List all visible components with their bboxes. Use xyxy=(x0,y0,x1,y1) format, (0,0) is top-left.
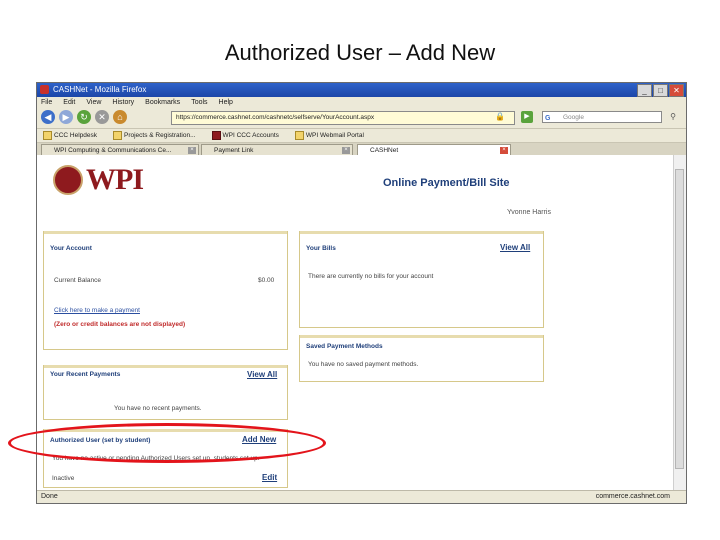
window-title: CASHNet - Mozilla Firefox xyxy=(53,85,147,94)
wpi-logo: WPI xyxy=(53,163,144,197)
vertical-scrollbar[interactable] xyxy=(673,155,686,490)
lock-icon: 🔒 xyxy=(495,112,505,121)
current-balance-label: Current Balance xyxy=(54,277,101,284)
highlight-oval xyxy=(8,423,326,463)
reload-icon[interactable]: ↻ xyxy=(77,110,91,124)
menu-bookmarks[interactable]: Bookmarks xyxy=(145,97,180,108)
navigation-toolbar: ◀ ▶ ↻ ✕ ⌂ https://commerce.cashnet.com/c… xyxy=(37,108,686,129)
close-tab-icon[interactable]: × xyxy=(188,147,196,154)
close-button[interactable]: ✕ xyxy=(669,84,684,97)
stop-icon[interactable]: ✕ xyxy=(95,110,109,124)
google-icon: G xyxy=(545,115,551,122)
url-text: https://commerce.cashnet.com/cashnetc/se… xyxy=(176,114,375,121)
search-placeholder: Google xyxy=(563,114,584,121)
edit-link[interactable]: Edit xyxy=(262,473,277,482)
recent-payments-panel: Your Recent Payments View All You have n… xyxy=(43,365,288,420)
user-name: Yvonne Harris xyxy=(507,209,551,216)
wpi-logo-text: WPI xyxy=(86,163,144,196)
menu-view[interactable]: View xyxy=(86,97,101,108)
wpi-icon xyxy=(211,131,221,140)
folder-icon xyxy=(294,131,304,140)
saved-payment-panel: Saved Payment Methods You have no saved … xyxy=(299,335,544,382)
zero-balance-note: (Zero or credit balances are not display… xyxy=(54,321,186,328)
folder-icon xyxy=(113,131,122,140)
menu-file[interactable]: File xyxy=(41,97,52,108)
wpi-seal-icon xyxy=(53,165,83,195)
recent-payments-title: Your Recent Payments xyxy=(50,371,121,378)
forward-icon[interactable]: ▶ xyxy=(59,110,73,124)
status-bar: Done commerce.cashnet.com xyxy=(37,490,686,503)
saved-payment-title: Saved Payment Methods xyxy=(306,343,383,350)
bills-message: There are currently no bills for your ac… xyxy=(308,273,434,280)
menu-tools[interactable]: Tools xyxy=(191,97,207,108)
saved-payment-message: You have no saved payment methods. xyxy=(308,361,419,368)
menu-history[interactable]: History xyxy=(112,97,134,108)
bookmark-ccc-helpdesk[interactable]: CCC Helpdesk xyxy=(43,129,97,142)
search-input[interactable]: G Google xyxy=(542,111,662,123)
status-domain: commerce.cashnet.com xyxy=(595,493,670,500)
current-balance-value: $0.00 xyxy=(258,277,275,284)
your-bills-panel: Your Bills View All There are currently … xyxy=(299,231,544,328)
recent-payments-message: You have no recent payments. xyxy=(114,405,202,412)
bills-view-all-link[interactable]: View All xyxy=(500,243,530,252)
bookmarks-toolbar: CCC Helpdesk Projects & Registration... … xyxy=(37,129,686,143)
url-bar[interactable]: https://commerce.cashnet.com/cashnetc/se… xyxy=(171,111,515,125)
bookmark-wpi-accounts[interactable]: WPI CCC Accounts xyxy=(211,129,279,142)
payments-view-all-link[interactable]: View All xyxy=(247,370,277,379)
back-icon[interactable]: ◀ xyxy=(41,110,55,124)
close-tab-icon[interactable]: × xyxy=(500,147,508,154)
close-tab-icon[interactable]: × xyxy=(342,147,350,154)
search-icon[interactable]: ⚲ xyxy=(667,111,679,123)
bookmark-projects[interactable]: Projects & Registration... xyxy=(113,129,196,142)
maximize-button[interactable]: □ xyxy=(653,84,668,97)
folder-icon xyxy=(43,131,52,140)
site-title: Online Payment/Bill Site xyxy=(383,177,510,189)
scrollbar-thumb[interactable] xyxy=(675,169,684,469)
make-payment-link[interactable]: Click here to make a payment xyxy=(54,307,140,314)
menu-help[interactable]: Help xyxy=(219,97,233,108)
app-icon xyxy=(40,85,49,94)
your-bills-title: Your Bills xyxy=(306,245,336,252)
menu-edit[interactable]: Edit xyxy=(63,97,75,108)
your-account-title: Your Account xyxy=(50,245,92,252)
bookmark-webmail[interactable]: WPI Webmail Portal xyxy=(294,129,364,142)
minimize-button[interactable]: _ xyxy=(637,84,652,97)
status-text: Done xyxy=(41,493,58,500)
your-account-panel: Your Account Current Balance $0.00 Click… xyxy=(43,231,288,350)
home-icon[interactable]: ⌂ xyxy=(113,110,127,124)
window-titlebar: CASHNet - Mozilla Firefox _ □ ✕ xyxy=(37,83,686,97)
slide-title: Authorized User – Add New xyxy=(224,40,496,65)
authorized-user-status: Inactive xyxy=(52,475,75,482)
go-icon[interactable]: ▶ xyxy=(521,111,533,123)
menu-bar: File Edit View History Bookmarks Tools H… xyxy=(37,97,686,108)
